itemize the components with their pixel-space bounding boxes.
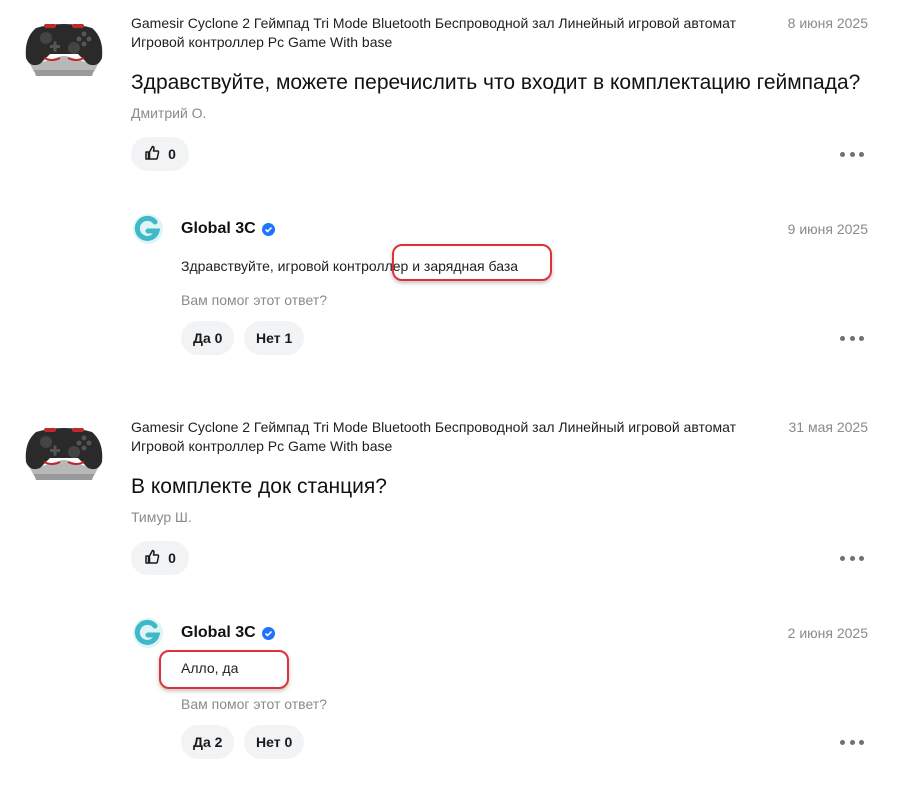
helpful-prompt: Вам помог этот ответ? — [181, 696, 327, 712]
like-count: 0 — [168, 550, 176, 566]
highlight-annotation — [159, 650, 289, 689]
answer-date: 9 июня 2025 — [787, 221, 868, 237]
verified-badge-icon — [261, 222, 275, 236]
gamepad-thumbnail[interactable] — [22, 18, 106, 82]
more-dots-icon[interactable] — [840, 144, 864, 164]
seller-name[interactable]: Global 3C — [181, 624, 275, 642]
question-text: В комплекте док станция? — [131, 475, 387, 498]
gamepad-thumbnail[interactable] — [22, 422, 106, 486]
more-dots-icon[interactable] — [840, 732, 864, 752]
vote-no-button[interactable]: Нет 1 — [244, 321, 305, 355]
vote-yes-button[interactable]: Да 0 — [181, 321, 235, 355]
like-count: 0 — [168, 146, 176, 162]
thumbs-up-icon — [144, 145, 160, 164]
seller-logo-icon — [132, 213, 164, 245]
vote-no-button[interactable]: Нет 0 — [244, 725, 305, 759]
highlight-annotation — [392, 244, 552, 281]
product-title[interactable]: Gamesir Cyclone 2 Геймпад Tri Mode Bluet… — [131, 14, 761, 52]
question-date: 8 июня 2025 — [787, 15, 868, 31]
thumbs-up-icon — [144, 549, 160, 568]
question-author: Тимур Ш. — [131, 509, 192, 525]
vote-yes-button[interactable]: Да 2 — [181, 725, 235, 759]
verified-badge-icon — [261, 626, 275, 640]
helpful-prompt: Вам помог этот ответ? — [181, 292, 327, 308]
like-button[interactable]: 0 — [131, 541, 189, 575]
question-author: Дмитрий О. — [131, 105, 207, 121]
answer-date: 2 июня 2025 — [787, 625, 868, 641]
seller-name-label: Global 3C — [181, 220, 256, 237]
question-text: Здравствуйте, можете перечислить что вхо… — [131, 71, 861, 94]
product-title[interactable]: Gamesir Cyclone 2 Геймпад Tri Mode Bluet… — [131, 418, 761, 456]
seller-name[interactable]: Global 3C — [181, 220, 275, 238]
seller-name-label: Global 3C — [181, 624, 256, 641]
like-button[interactable]: 0 — [131, 137, 189, 171]
seller-logo-icon — [132, 617, 164, 649]
question-date: 31 мая 2025 — [788, 419, 869, 435]
more-dots-icon[interactable] — [840, 328, 864, 348]
more-dots-icon[interactable] — [840, 548, 864, 568]
